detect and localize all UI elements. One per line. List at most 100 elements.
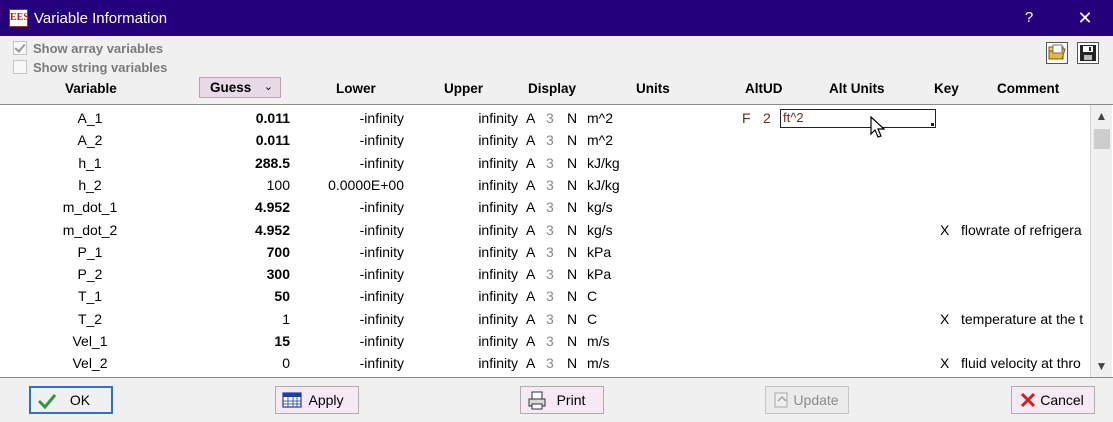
display-digits-cell[interactable]: 3 [546,244,554,260]
units-cell[interactable]: C [587,288,597,304]
vertical-scrollbar[interactable]: ▲ ▼ [1090,105,1112,377]
apply-button[interactable]: Apply [275,386,359,414]
units-cell[interactable]: kg/s [587,222,613,238]
save-button[interactable] [1077,42,1099,64]
table-row[interactable]: T_2 1 -infinity infinity A 3 N C Xtemperature at… [0,308,1090,330]
upper-bound-cell[interactable]: infinity [430,199,518,215]
lower-bound-cell[interactable]: -infinity [300,132,404,148]
guess-cell[interactable]: 1 [190,311,290,327]
show-string-option[interactable]: Show string variables [13,58,167,76]
table-row[interactable]: m_dot_1 4.952 -infinity infinity A 3 Nkg/s [0,196,1090,218]
table-row[interactable]: A_2 0.011 -infinity infinity A 3 Nm^2 [0,129,1090,151]
display-style-cell[interactable]: N [567,355,577,371]
update-button[interactable]: Update [765,386,849,414]
upper-bound-cell[interactable]: infinity [430,155,518,171]
guess-cell[interactable]: 0.011 [190,110,290,126]
guess-cell[interactable]: 100 [190,177,290,193]
guess-cell[interactable]: 50 [190,288,290,304]
units-cell[interactable]: kJ/kg [587,155,620,171]
comment-cell[interactable]: flowrate of refrigera [961,222,1085,238]
lower-bound-cell[interactable]: -infinity [300,155,404,171]
display-style-cell[interactable]: N [567,199,577,215]
display-digits-cell[interactable]: 3 [546,199,554,215]
display-format-cell[interactable]: A [526,222,535,238]
scroll-up-arrow-icon[interactable]: ▲ [1091,107,1112,125]
display-digits-cell[interactable]: 3 [546,132,554,148]
comment-cell[interactable]: temperature at the t [961,311,1085,327]
cancel-button[interactable]: Cancel [1011,386,1095,414]
display-format-cell[interactable]: A [526,110,535,126]
lower-bound-cell[interactable]: -infinity [300,311,404,327]
guess-cell[interactable]: 4.952 [190,222,290,238]
units-cell[interactable]: C [587,311,597,327]
display-format-cell[interactable]: A [526,199,535,215]
display-style-cell[interactable]: N [567,266,577,282]
comment-cell[interactable]: fluid velocity at thro [961,355,1085,371]
display-style-cell[interactable]: N [567,110,577,126]
lower-bound-cell[interactable]: -infinity [300,110,404,126]
show-array-option[interactable]: Show array variables [13,39,163,57]
display-format-cell[interactable]: A [526,288,535,304]
guess-cell[interactable]: 300 [190,266,290,282]
table-row[interactable]: m_dot_2 4.952 -infinity infinity A 3 Nkg/s Xflo… [0,219,1090,241]
guess-cell[interactable]: 288.5 [190,155,290,171]
guess-cell[interactable]: 0.011 [190,132,290,148]
display-digits-cell[interactable]: 3 [546,222,554,238]
units-cell[interactable]: kPa [587,266,611,282]
display-format-cell[interactable]: A [526,355,535,371]
guess-cell[interactable]: 15 [190,333,290,349]
upper-bound-cell[interactable]: infinity [430,110,518,126]
table-row[interactable]: Vel_2 0 -infinity infinity A 3 Nm/s Xfluid velo… [0,352,1090,374]
display-style-cell[interactable]: N [567,222,577,238]
show-array-checkbox[interactable] [13,41,27,55]
display-format-cell[interactable]: A [526,177,535,193]
scroll-down-arrow-icon[interactable]: ▼ [1091,357,1112,375]
show-string-checkbox[interactable] [13,60,27,74]
table-row[interactable]: T_1 50 -infinity infinity A 3 N C [0,285,1090,307]
ok-button[interactable]: OK [29,386,113,414]
display-digits-cell[interactable]: 3 [546,333,554,349]
lower-bound-cell[interactable]: -infinity [300,266,404,282]
table-row[interactable]: Vel_1 15 -infinity infinity A 3 Nm/s [0,330,1090,352]
lower-bound-cell[interactable]: -infinity [300,199,404,215]
lower-bound-cell[interactable]: -infinity [300,244,404,260]
table-row[interactable]: A_1 0.011 -infinity infinity A 3 Nm^2 F 2 ft^2 [0,107,1090,129]
display-format-cell[interactable]: A [526,155,535,171]
units-cell[interactable]: kJ/kg [587,177,620,193]
print-button[interactable]: Print [520,386,604,414]
upper-bound-cell[interactable]: infinity [430,177,518,193]
units-cell[interactable]: m/s [587,355,610,371]
upper-bound-cell[interactable]: infinity [430,266,518,282]
upper-bound-cell[interactable]: infinity [430,333,518,349]
lower-bound-cell[interactable]: 0.0000E+00 [300,177,404,193]
upper-bound-cell[interactable]: infinity [430,288,518,304]
lower-bound-cell[interactable]: -infinity [300,333,404,349]
upper-bound-cell[interactable]: infinity [430,132,518,148]
open-button[interactable] [1046,42,1068,64]
upper-bound-cell[interactable]: infinity [430,311,518,327]
upper-bound-cell[interactable]: infinity [430,355,518,371]
help-button[interactable]: ? [1014,4,1044,32]
display-style-cell[interactable]: N [567,177,577,193]
display-style-cell[interactable]: N [567,132,577,148]
key-cell[interactable]: X [940,311,949,327]
altud-format-cell[interactable]: F [742,110,751,126]
table-row[interactable]: P_1 700 -infinity infinity A 3 NkPa [0,241,1090,263]
scroll-thumb[interactable] [1094,129,1110,149]
guess-cell[interactable]: 0 [190,355,290,371]
display-style-cell[interactable]: N [567,333,577,349]
display-format-cell[interactable]: A [526,132,535,148]
upper-bound-cell[interactable]: infinity [430,244,518,260]
units-cell[interactable]: m^2 [587,110,613,126]
close-button[interactable]: ✕ [1068,4,1102,32]
upper-bound-cell[interactable]: infinity [430,222,518,238]
display-digits-cell[interactable]: 3 [546,288,554,304]
table-row[interactable]: h_1 288.5 -infinity infinity A 3 NkJ/kg [0,152,1090,174]
display-digits-cell[interactable]: 3 [546,110,554,126]
display-digits-cell[interactable]: 3 [546,266,554,282]
units-cell[interactable]: kPa [587,244,611,260]
display-digits-cell[interactable]: 3 [546,155,554,171]
display-format-cell[interactable]: A [526,311,535,327]
lower-bound-cell[interactable]: -infinity [300,222,404,238]
altud-digits-cell[interactable]: 2 [763,110,771,126]
